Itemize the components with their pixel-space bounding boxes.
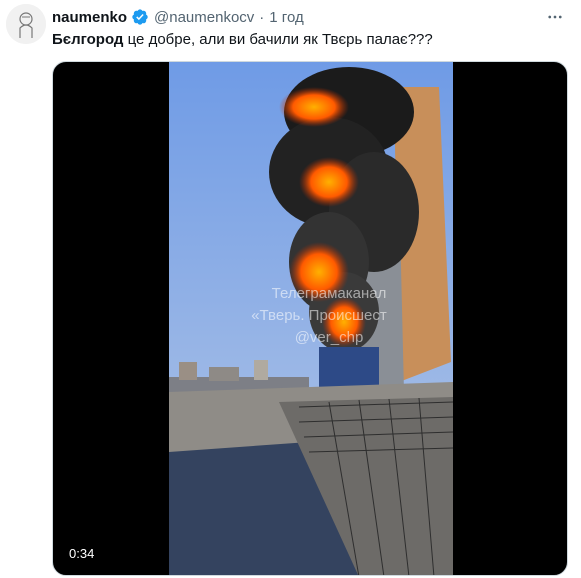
- watermark-line3: @ver_chp: [295, 329, 364, 346]
- watermark-line1: Телеграмаканал: [272, 285, 387, 302]
- tweet-text-bold: Бєлгород: [52, 31, 124, 48]
- author-name[interactable]: naumenko: [52, 9, 127, 26]
- separator-dot: ·: [259, 8, 265, 26]
- avatar-sketch-icon: [6, 4, 46, 44]
- video-duration: 0:34: [63, 544, 101, 563]
- avatar[interactable]: [6, 4, 46, 44]
- tweet-text-rest: це добре, али ви бачили як Твєрь палає??…: [123, 31, 433, 48]
- tweet-text: Бєлгород це добре, али ви бачили як Твєр…: [52, 30, 433, 50]
- watermark-line2: «Тверь. Происшест: [251, 307, 387, 324]
- timestamp[interactable]: 1 год: [269, 9, 303, 26]
- more-dots-icon[interactable]: [543, 6, 567, 28]
- verified-badge-icon: [131, 8, 149, 26]
- author-handle[interactable]: @naumenkocv: [154, 9, 254, 26]
- tweet-header: naumenko @naumenkocv · 1 год: [52, 6, 571, 28]
- video-player[interactable]: Телеграмаканал «Тверь. Происшест @ver_ch…: [52, 61, 568, 576]
- video-frame: Телеграмаканал «Тверь. Происшест @ver_ch…: [169, 62, 453, 575]
